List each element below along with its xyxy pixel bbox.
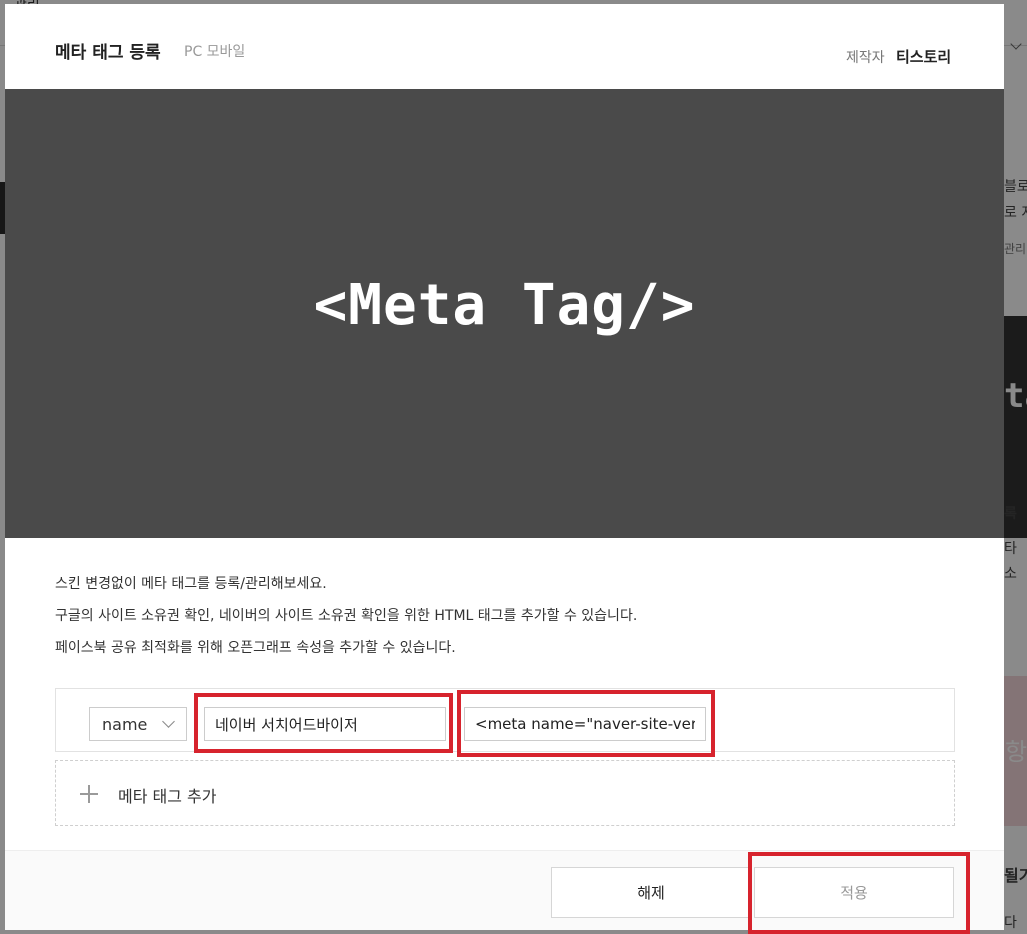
highlight-box: [194, 693, 453, 753]
highlight-box: [748, 852, 970, 934]
modal-title: 메타 태그 등록: [55, 43, 161, 63]
description-line: 스킨 변경없이 메타 태그를 등록/관리해보세요.: [55, 576, 327, 592]
attribute-select[interactable]: name: [89, 707, 187, 741]
add-meta-tag-label: 메타 태그 추가: [118, 787, 217, 806]
description: 스킨 변경없이 메타 태그를 등록/관리해보세요. 구글의 사이트 소유권 확인…: [55, 574, 637, 670]
add-meta-tag-button[interactable]: 메타 태그 추가: [55, 760, 955, 826]
modal-subtitle: PC 모바일: [184, 44, 246, 60]
highlight-box: [457, 690, 715, 757]
meta-tag-modal: 메타 태그 등록 PC 모바일 제작자 티스토리 <Meta Tag/> 스킨 …: [5, 4, 1004, 934]
release-button[interactable]: 해제: [551, 867, 751, 918]
hero-text: <Meta Tag/>: [313, 273, 696, 338]
description-line: 구글의 사이트 소유권 확인, 네이버의 사이트 소유권 확인을 위한 HTML…: [55, 608, 638, 624]
meta-tag-row: name: [55, 688, 955, 757]
modal-header: 메타 태그 등록 PC 모바일 제작자 티스토리: [5, 4, 1004, 89]
description-line: 페이스북 공유 최적화를 위해 오픈그래프 속성을 추가할 수 있습니다.: [55, 640, 456, 656]
modal-footer: 해제 적용: [5, 850, 1004, 934]
plus-icon: [80, 785, 98, 803]
maker-label: 제작자: [846, 50, 885, 66]
chevron-down-icon: [162, 715, 175, 728]
maker-name: 티스토리: [896, 48, 952, 66]
hero-banner: <Meta Tag/>: [5, 89, 1004, 538]
attribute-select-value: name: [102, 714, 148, 734]
